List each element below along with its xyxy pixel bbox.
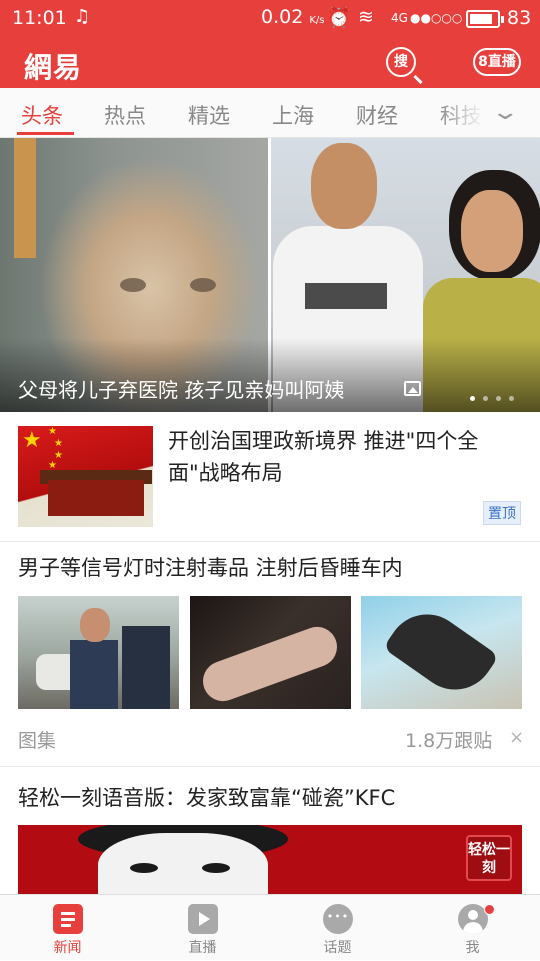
tab-featured[interactable]: 精选 [188, 100, 230, 130]
icon-part [463, 922, 483, 934]
nav-live[interactable]: 直播 [135, 895, 270, 961]
tab-shanghai[interactable]: 上海 [272, 100, 314, 130]
nav-label: 话题 [323, 940, 352, 956]
battery-icon [466, 10, 504, 28]
alarm-icon: ⏰ [327, 7, 351, 29]
live-label: 直播 [487, 54, 516, 70]
network-speed-unit: K/s [309, 15, 325, 26]
battery-nub [501, 16, 504, 23]
tab-headlines[interactable]: 头条 [21, 100, 63, 130]
tab-hot[interactable]: 热点 [104, 100, 146, 130]
status-time: 11:01 [12, 7, 67, 29]
flag-star-icon: ★ [22, 428, 42, 453]
article-title[interactable]: 轻松一刻语音版：发家致富靠“碰瓷”KFC [18, 782, 395, 812]
battery-percent: 83 [507, 7, 532, 29]
category-tag: 图集 [18, 730, 57, 752]
chat-bubble-icon [323, 904, 353, 934]
qq-notification-icon: ♫ [74, 6, 91, 27]
photo-detail [461, 190, 523, 272]
carousel-dot [470, 396, 475, 401]
photo-detail [48, 480, 144, 516]
bottom-navigation: 新闻 直播 话题 我 [0, 894, 540, 960]
app-header: 網易 搜 8直播 [0, 38, 540, 88]
nav-news[interactable]: 新闻 [0, 895, 135, 961]
news-icon [53, 904, 83, 934]
icon-part [468, 910, 478, 920]
icon-line [61, 918, 75, 921]
search-button[interactable]: 搜 [386, 47, 423, 85]
divider [0, 766, 540, 767]
tab-fade [438, 88, 540, 137]
battery-fill [470, 14, 492, 24]
netease-logo: 網易 [24, 51, 83, 84]
photo-detail [14, 138, 36, 258]
photo-detail [197, 621, 343, 707]
chevron-down-icon[interactable]: ⌄ [490, 100, 520, 125]
network-type: 4G [391, 11, 408, 25]
photo-detail [130, 863, 158, 873]
photo-detail [80, 608, 110, 642]
column-logo: 轻松一刻 [466, 835, 512, 881]
gallery-icon [404, 381, 421, 396]
divider [0, 541, 540, 542]
photo-detail [190, 278, 216, 292]
search-handle [413, 74, 423, 85]
photo-detail [120, 278, 146, 292]
article-title[interactable]: 开创治国理政新境界 推进"四个全面"战略布局 [168, 425, 523, 489]
photo-detail [202, 863, 230, 873]
article-title[interactable]: 男子等信号灯时注射毒品 注射后昏睡车内 [18, 552, 403, 582]
photo-detail [122, 626, 170, 709]
active-tab-indicator [17, 132, 74, 135]
channel-tabs: 头条 热点 精选 上海 财经 科技 ⌄ [0, 88, 540, 138]
article-thumbnail[interactable]: ★ ★ ★ ★ ★ [18, 426, 153, 527]
photo-detail [311, 143, 377, 229]
photo-detail [382, 598, 500, 706]
nav-label: 我 [465, 940, 480, 956]
carousel-dot [483, 396, 488, 401]
carousel-dot [509, 396, 514, 401]
pinned-badge: 置顶 [483, 501, 521, 525]
photo-detail [70, 640, 118, 709]
status-bar: 11:01 ♫ 0.02 K/s ⏰ ≋ 4G ●●○○○ 83 [0, 0, 540, 38]
nav-topics[interactable]: 话题 [270, 895, 405, 961]
photo-detail [305, 283, 387, 309]
nav-label: 直播 [188, 940, 217, 956]
play-icon [188, 904, 218, 934]
hero-caption: 父母将儿子弃医院 孩子见亲妈叫阿姨 [18, 378, 345, 402]
close-icon[interactable]: × [509, 727, 524, 748]
signal-strength: ●●○○○ [410, 11, 463, 25]
flag-star-icon: ★ [48, 426, 57, 437]
gallery-image[interactable] [361, 596, 522, 709]
icon-line [61, 924, 71, 927]
notification-dot [484, 904, 495, 915]
live-button[interactable]: 8直播 [473, 48, 521, 76]
wifi-icon: ≋ [358, 6, 374, 28]
photo-detail [98, 833, 268, 895]
live-icon: 8 [478, 54, 488, 70]
flag-star-icon: ★ [54, 438, 63, 449]
headline-carousel[interactable]: 父母将儿子弃医院 孩子见亲妈叫阿姨 [0, 138, 540, 412]
tab-finance[interactable]: 财经 [356, 100, 398, 130]
nav-label: 新闻 [53, 940, 82, 956]
search-icon: 搜 [394, 54, 408, 70]
carousel-dot [496, 396, 501, 401]
reply-count[interactable]: 1.8万跟贴 [405, 726, 492, 753]
nav-me[interactable]: 我 [405, 895, 540, 961]
network-speed-value: 0.02 [261, 6, 304, 28]
carousel-indicator [470, 386, 522, 405]
icon-line [61, 912, 75, 915]
gallery-image[interactable] [18, 596, 179, 709]
article-image[interactable]: 轻松一刻 [18, 825, 522, 895]
network-speed: 0.02 K/s [261, 6, 325, 28]
gallery-image[interactable] [190, 596, 351, 709]
